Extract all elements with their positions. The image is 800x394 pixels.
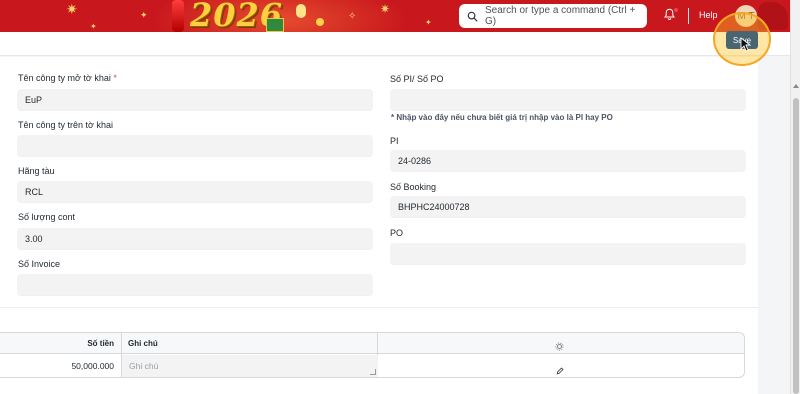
container-count-field[interactable]: 3.00 [17, 228, 373, 249]
section-divider [0, 307, 758, 308]
firework-icon: ✷ [66, 1, 78, 17]
pi-po-field[interactable] [390, 89, 746, 110]
company-open-field[interactable]: EuP [17, 89, 373, 110]
help-menu[interactable]: Help [699, 10, 718, 20]
navbar: ✷ ✦ ✦ ✧ ✷ ✦ 2026 Search or type a comman… [0, 0, 790, 32]
scroll-up-arrow-icon[interactable] [793, 84, 799, 88]
sparkle-icon: ✦ [140, 10, 148, 20]
field-label-container-count: Số lượng cont [18, 212, 75, 222]
shipping-line-field[interactable]: RCL [17, 181, 373, 202]
sparkle-icon: ✦ [90, 22, 97, 31]
sparkle-icon: ✦ [425, 18, 432, 27]
lamp-icon [296, 4, 306, 18]
note-cell-input[interactable]: Ghi chú [122, 355, 378, 377]
resize-grip-icon[interactable] [370, 369, 376, 375]
gear-icon[interactable] [555, 338, 564, 356]
mouse-cursor-icon [740, 37, 752, 57]
field-label-booking: Số Booking [390, 182, 437, 192]
sparkle-icon: ✧ [348, 11, 357, 22]
page-scrollbar[interactable] [790, 0, 800, 394]
pi-po-hint: * Nhập vào đây nếu chưa biết giá trị nhậ… [391, 113, 613, 122]
column-header-amount: Số tiền [87, 339, 114, 348]
notification-dot [674, 8, 678, 12]
invoice-field[interactable] [17, 274, 373, 295]
field-label-company-open: Tên công ty mở tờ khai * [18, 73, 117, 83]
note-placeholder: Ghi chú [129, 361, 159, 371]
pi-field[interactable]: 24-0286 [390, 150, 746, 171]
navbar-divider [688, 8, 689, 24]
search-bar[interactable]: Search or type a command (Ctrl + G) [459, 4, 647, 28]
po-field[interactable] [390, 243, 746, 264]
page-head [0, 32, 790, 56]
field-label-pi-po: Số PI/ Số PO [390, 74, 444, 84]
firework-icon: ✷ [380, 2, 391, 16]
search-icon [467, 11, 478, 22]
column-header-note: Ghi chú [128, 339, 158, 348]
field-label-shipping-line: Hãng tàu [18, 166, 55, 176]
field-label-invoice: Số Invoice [18, 259, 61, 269]
search-placeholder: Search or type a command (Ctrl + G) [485, 5, 636, 27]
required-asterisk: * [113, 73, 117, 83]
form-card: Tên công ty mở tờ khai * EuP Tên công ty… [0, 57, 758, 394]
field-label-company-on-declaration: Tên công ty trên tờ khai [18, 120, 113, 130]
field-label-po: PO [390, 228, 404, 238]
lantern-icon [172, 0, 184, 32]
booking-field[interactable]: BHPHC24000728 [390, 196, 746, 217]
coin-icon [316, 18, 324, 26]
amount-cell[interactable]: 50,000.000 [71, 361, 114, 371]
table-header: Số tiền Ghi chú [0, 333, 744, 354]
payment-table: Số tiền Ghi chú 50,000.000 Ghi chú [0, 332, 745, 378]
company-on-declaration-field[interactable] [17, 135, 373, 156]
gift-icon [266, 18, 284, 32]
field-label-pi: PI [390, 136, 399, 146]
scroll-thumb[interactable] [793, 98, 799, 394]
edit-icon[interactable] [556, 362, 564, 380]
